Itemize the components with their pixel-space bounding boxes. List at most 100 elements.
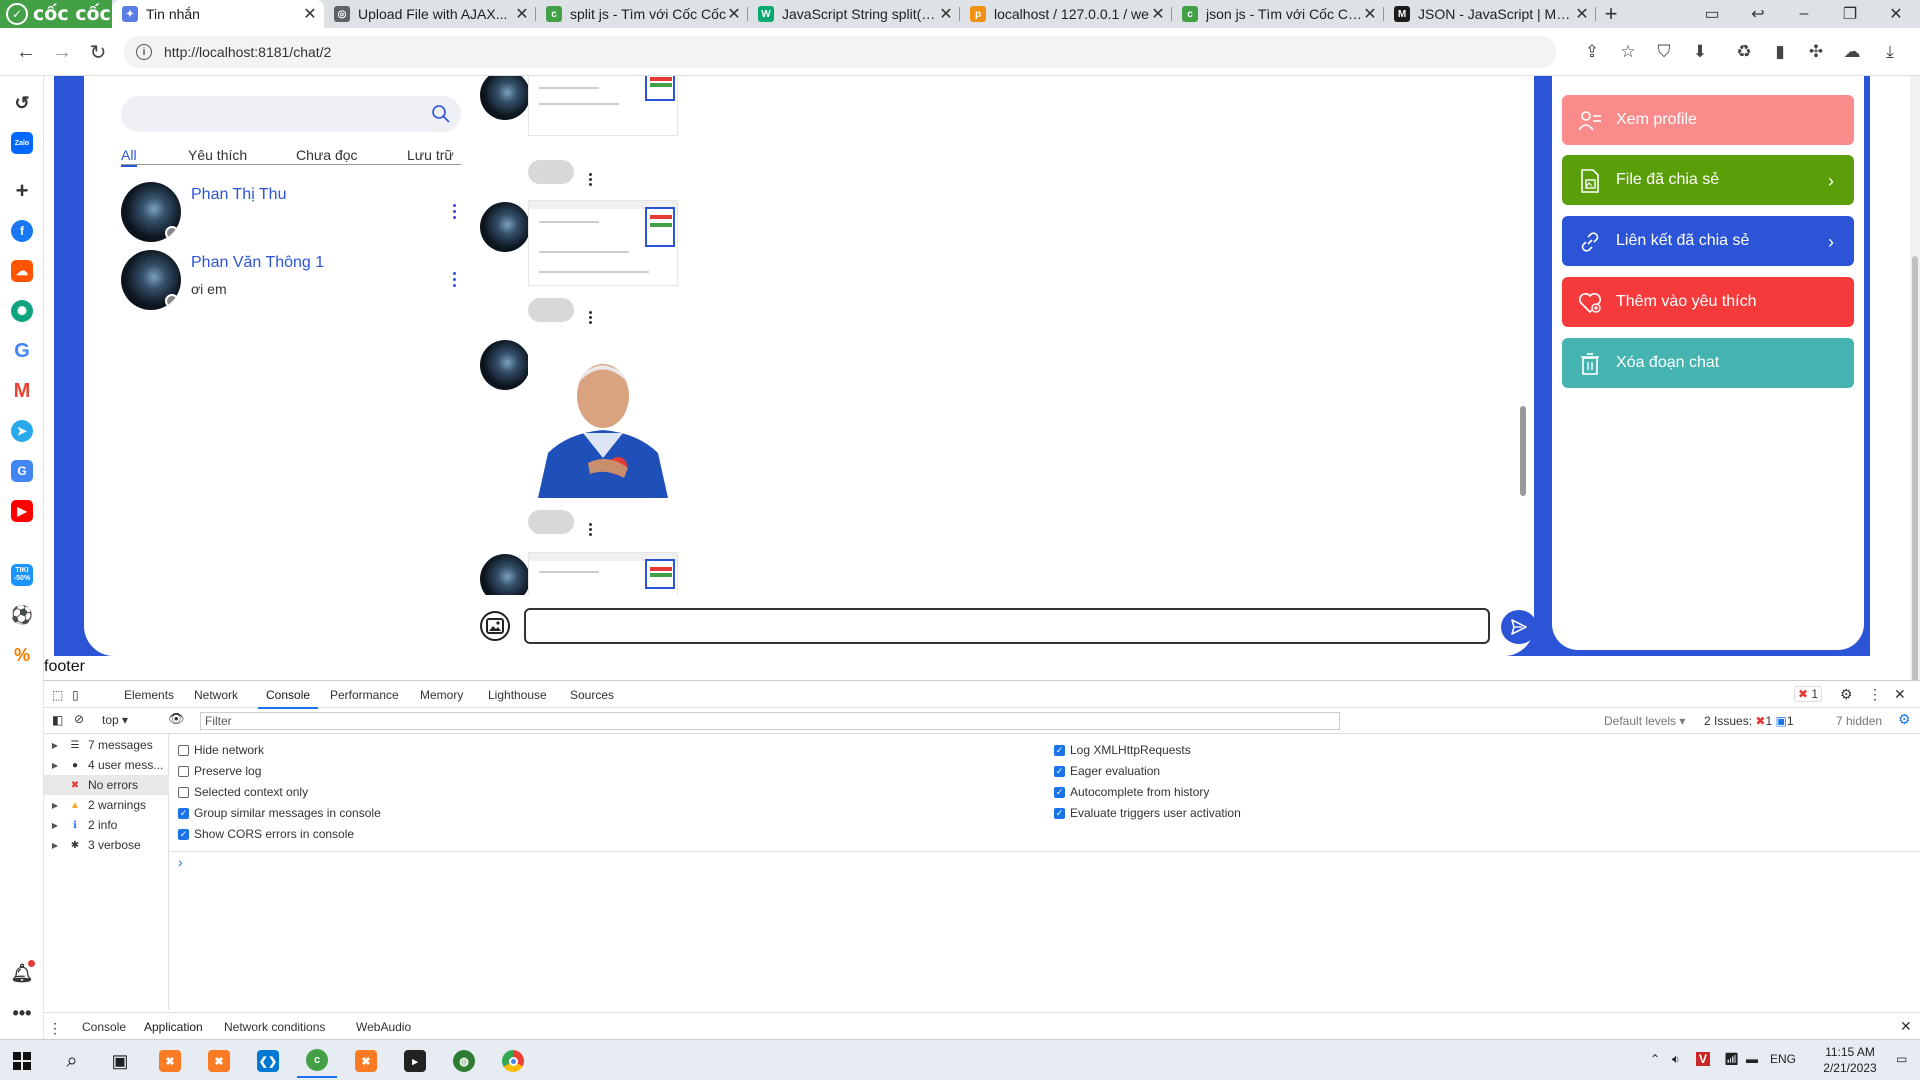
tab-5[interactable]: c json js - Tìm với Cốc Cốc ✕ [1172, 0, 1384, 28]
battery-icon[interactable]: ▬ [1746, 1052, 1758, 1066]
maximize-button[interactable]: ❐ [1828, 0, 1872, 28]
error-count-badge[interactable]: ✖ 1 [1794, 686, 1823, 702]
drawer-tab-network-conditions[interactable]: Network conditions [224, 1020, 325, 1034]
option-selected-context[interactable]: Selected context only [178, 785, 308, 799]
site-info-icon[interactable]: i [136, 44, 152, 60]
delete-chat-button[interactable]: Xóa đoạn chat [1562, 338, 1854, 388]
send-button[interactable] [1501, 610, 1537, 644]
option-preserve-log[interactable]: Preserve log [178, 764, 261, 778]
bookmark-star-icon[interactable]: ☆ [1618, 42, 1638, 62]
downloads-icon[interactable]: ⤓ [1880, 42, 1900, 62]
clock[interactable]: 11:15 AM 2/21/2023 [1810, 1044, 1890, 1076]
google-icon[interactable]: G [11, 340, 33, 362]
network-wifi-icon[interactable]: 📶︎ [1724, 1052, 1739, 1066]
forward-button[interactable]: → [48, 38, 76, 66]
drawer-tab-webaudio[interactable]: WebAudio [356, 1020, 411, 1034]
vscode-icon[interactable]: ❮❯ [248, 1044, 288, 1078]
message-bubble[interactable] [528, 298, 574, 322]
message-photo[interactable] [528, 338, 678, 498]
close-tab-icon[interactable]: ✕ [302, 4, 318, 24]
sidebar-warnings[interactable]: ▶ ▲ 2 warnings [44, 795, 169, 815]
message-image[interactable] [528, 552, 678, 596]
option-hide-network[interactable]: Hide network [178, 743, 264, 757]
close-tab-icon[interactable]: ✕ [938, 4, 954, 24]
football-icon[interactable]: ⚽ [11, 604, 33, 626]
coupon-icon[interactable]: % [11, 644, 33, 666]
drawer-tab-application[interactable]: Application [136, 1020, 211, 1041]
message-more-icon[interactable] [589, 311, 593, 324]
option-cors-errors[interactable]: ✓ Show CORS errors in console [178, 827, 354, 841]
notification-icon[interactable]: 🔔︎ [11, 960, 35, 984]
option-group-similar[interactable]: ✓ Group similar messages in console [178, 806, 381, 820]
message-more-icon[interactable] [589, 173, 593, 186]
sidebar-info[interactable]: ▶ ℹ 2 info [44, 815, 169, 835]
checkbox[interactable]: ✓ [1054, 765, 1065, 777]
message-image[interactable] [528, 200, 678, 286]
address-bar[interactable]: i http://localhost:8181/chat/2 [124, 36, 1556, 68]
attach-image-button[interactable] [480, 611, 510, 641]
youtube-icon[interactable]: ▶ [11, 500, 33, 522]
action-center-icon[interactable]: ▭ [1896, 1052, 1907, 1066]
add-icon[interactable]: + [11, 178, 33, 203]
chevron-up-icon[interactable]: ⌃ [1650, 1052, 1660, 1066]
console-filter-input[interactable]: Filter [200, 712, 1340, 730]
context-selector[interactable]: top ▾ [102, 713, 128, 727]
option-triggers-activation[interactable]: ✓ Evaluate triggers user activation [1054, 806, 1241, 820]
tab-1[interactable]: ◎ Upload File with AJAX... ✕ [324, 0, 536, 28]
soundcloud-icon[interactable]: ☁ [11, 260, 33, 282]
sidebar-verbose[interactable]: ▶ ✱ 3 verbose [44, 835, 169, 855]
checkbox[interactable]: ✓ [178, 828, 189, 840]
back-button[interactable]: ← [12, 38, 40, 66]
console-prompt[interactable]: › [178, 854, 183, 870]
option-eager-eval[interactable]: ✓ Eager evaluation [1054, 764, 1160, 778]
option-autocomplete[interactable]: ✓ Autocomplete from history [1054, 785, 1209, 799]
terminal-icon[interactable]: ▸ [395, 1044, 435, 1078]
drawer-menu-icon[interactable]: ⋮ [48, 1020, 62, 1037]
issues-button[interactable]: 2 Issues: ✖1 ▣1 [1704, 714, 1794, 728]
message-image[interactable] [528, 76, 678, 136]
tab-sources[interactable]: Sources [570, 688, 614, 702]
close-tab-icon[interactable]: ✕ [1150, 4, 1166, 24]
tab-memory[interactable]: Memory [420, 688, 463, 702]
log-levels-dropdown[interactable]: Default levels ▾ [1604, 714, 1685, 728]
inspect-element-icon[interactable]: ⬚ [52, 688, 63, 702]
clear-console-icon[interactable]: ⊘ [74, 712, 84, 726]
windows-start-icon[interactable] [2, 1044, 42, 1078]
message-bubble[interactable] [528, 160, 574, 184]
message-input[interactable] [524, 608, 1490, 644]
globe-app-icon[interactable]: ◍ [444, 1044, 484, 1078]
close-devtools-icon[interactable]: ✕ [1894, 686, 1906, 703]
tab-6[interactable]: M JSON - JavaScript | MDN ✕ [1384, 0, 1596, 28]
extensions-icon[interactable]: ✣ [1806, 42, 1826, 62]
tab-search-icon[interactable]: ▭ [1690, 0, 1734, 28]
drawer-tab-console[interactable]: Console [82, 1020, 126, 1034]
language-indicator[interactable]: ENG [1770, 1052, 1796, 1066]
contact-item[interactable]: Phan Thị Thu [121, 182, 461, 244]
tab-network[interactable]: Network [194, 688, 238, 702]
shield-icon[interactable]: ⛉ [1654, 42, 1674, 62]
message-more-icon[interactable] [589, 523, 593, 536]
settings-gear-icon[interactable]: ⚙ [1840, 686, 1853, 703]
tab-2[interactable]: c split js - Tìm với Cốc Cốc ✕ [536, 0, 748, 28]
volume-icon[interactable]: 🔉︎ [1672, 1052, 1680, 1067]
translate-icon[interactable]: G [11, 460, 33, 482]
chrome-icon[interactable] [493, 1044, 533, 1078]
more-vertical-icon[interactable] [453, 272, 457, 287]
tab-all[interactable]: All [121, 147, 137, 167]
gmail-icon[interactable]: M [11, 380, 33, 402]
minimize-button[interactable]: – [1782, 0, 1826, 28]
tab-4[interactable]: p localhost / 127.0.0.1 / we ✕ [960, 0, 1172, 28]
restore-tabs-icon[interactable]: ↩ [1736, 0, 1780, 28]
tab-archived[interactable]: Lưu trữ [407, 147, 454, 163]
sidebar-messages[interactable]: ▶ ☰ 7 messages [44, 735, 169, 755]
checkbox[interactable]: ✓ [1054, 786, 1065, 798]
tiki-icon[interactable]: TIKI -50% [11, 564, 33, 586]
coccoc-browser-icon[interactable]: c [297, 1044, 337, 1078]
more-vertical-icon[interactable]: ⋮ [1868, 686, 1882, 703]
new-tab-button[interactable]: + [1596, 0, 1626, 28]
page-scrollbar[interactable] [1910, 76, 1920, 686]
sidebar-toggle-icon[interactable]: ▮ [1770, 42, 1790, 62]
close-tab-icon[interactable]: ✕ [1362, 4, 1378, 24]
close-window-button[interactable]: ✕ [1874, 0, 1918, 28]
message-bubble[interactable] [528, 510, 574, 534]
